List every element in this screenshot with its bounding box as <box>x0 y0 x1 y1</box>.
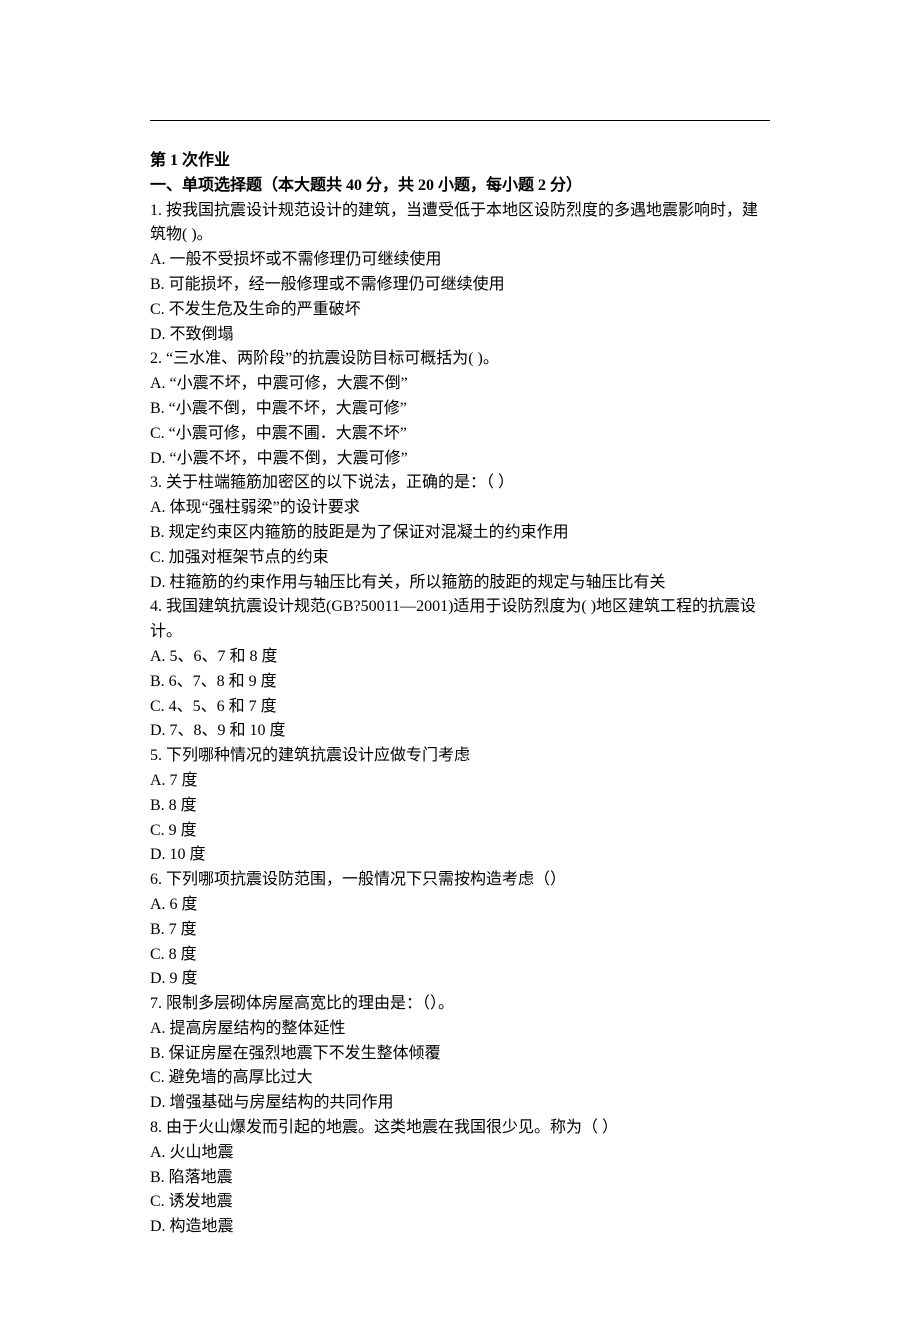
question-option: B. 规定约束区内箍筋的肢距是为了保证对混凝土的约束作用 <box>150 521 770 546</box>
question-stem: 4. 我国建筑抗震设计规范(GB?50011—2001)适用于设防烈度为( )地… <box>150 595 770 645</box>
top-horizontal-rule <box>150 120 770 121</box>
question-option: C. 9 度 <box>150 819 770 844</box>
question: 8. 由于火山爆发而引起的地震。这类地震在我国很少见。称为（ ）A. 火山地震B… <box>150 1116 770 1240</box>
question-option: C. “小震可修，中震不圃．大震不坏” <box>150 422 770 447</box>
question-option: D. 7、8、9 和 10 度 <box>150 719 770 744</box>
question-option: D. 柱箍筋的约束作用与轴压比有关，所以箍筋的肢距的规定与轴压比有关 <box>150 571 770 596</box>
question: 1. 按我国抗震设计规范设计的建筑，当遭受低于本地区设防烈度的多遇地震影响时，建… <box>150 199 770 348</box>
question-option: A. “小震不坏，中震可修，大震不倒” <box>150 372 770 397</box>
question-option: C. 不发生危及生命的严重破坏 <box>150 298 770 323</box>
question-option: A. 5、6、7 和 8 度 <box>150 645 770 670</box>
question-option: B. “小震不倒，中震不坏，大震可修” <box>150 397 770 422</box>
question-option: A. 7 度 <box>150 769 770 794</box>
question-option: C. 诱发地震 <box>150 1190 770 1215</box>
question: 2. “三水准、两阶段”的抗震设防目标可概括为( )。A. “小震不坏，中震可修… <box>150 347 770 471</box>
question-stem: 1. 按我国抗震设计规范设计的建筑，当遭受低于本地区设防烈度的多遇地震影响时，建… <box>150 199 770 249</box>
question-option: A. 提高房屋结构的整体延性 <box>150 1017 770 1042</box>
question: 6. 下列哪项抗震设防范围，一般情况下只需按构造考虑（）A. 6 度B. 7 度… <box>150 868 770 992</box>
question-option: D. 10 度 <box>150 843 770 868</box>
section-title: 一、单项选择题（本大题共 40 分，共 20 小题，每小题 2 分） <box>150 174 770 199</box>
question-option: C. 8 度 <box>150 943 770 968</box>
question-stem: 2. “三水准、两阶段”的抗震设防目标可概括为( )。 <box>150 347 770 372</box>
question-option: D. “小震不坏，中震不倒，大震可修” <box>150 447 770 472</box>
question-option: B. 保证房屋在强烈地震下不发生整体倾覆 <box>150 1042 770 1067</box>
question-option: D. 不致倒塌 <box>150 323 770 348</box>
question: 7. 限制多层砌体房屋高宽比的理由是：（）。A. 提高房屋结构的整体延性B. 保… <box>150 992 770 1116</box>
question-option: D. 构造地震 <box>150 1215 770 1240</box>
question-option: C. 4、5、6 和 7 度 <box>150 695 770 720</box>
question-option: B. 7 度 <box>150 918 770 943</box>
question-option: B. 陷落地震 <box>150 1166 770 1191</box>
question-option: D. 增强基础与房屋结构的共同作用 <box>150 1091 770 1116</box>
question-stem: 6. 下列哪项抗震设防范围，一般情况下只需按构造考虑（） <box>150 868 770 893</box>
question-option: A. 一般不受损坏或不需修理仍可继续使用 <box>150 248 770 273</box>
assignment-title: 第 1 次作业 <box>150 149 770 174</box>
question-option: D. 9 度 <box>150 967 770 992</box>
question-option: C. 加强对框架节点的约束 <box>150 546 770 571</box>
question-stem: 8. 由于火山爆发而引起的地震。这类地震在我国很少见。称为（ ） <box>150 1116 770 1141</box>
question-stem: 7. 限制多层砌体房屋高宽比的理由是：（）。 <box>150 992 770 1017</box>
question-stem: 5. 下列哪种情况的建筑抗震设计应做专门考虑 <box>150 744 770 769</box>
question-option: A. 6 度 <box>150 893 770 918</box>
questions-container: 1. 按我国抗震设计规范设计的建筑，当遭受低于本地区设防烈度的多遇地震影响时，建… <box>150 199 770 1240</box>
question: 4. 我国建筑抗震设计规范(GB?50011—2001)适用于设防烈度为( )地… <box>150 595 770 744</box>
question-option: A. 体现“强柱弱梁”的设计要求 <box>150 496 770 521</box>
question: 3. 关于柱端箍筋加密区的以下说法，正确的是：（ ）A. 体现“强柱弱梁”的设计… <box>150 471 770 595</box>
question-option: B. 可能损坏，经一般修理或不需修理仍可继续使用 <box>150 273 770 298</box>
question-option: B. 6、7、8 和 9 度 <box>150 670 770 695</box>
question-option: A. 火山地震 <box>150 1141 770 1166</box>
question-stem: 3. 关于柱端箍筋加密区的以下说法，正确的是：（ ） <box>150 471 770 496</box>
question: 5. 下列哪种情况的建筑抗震设计应做专门考虑A. 7 度B. 8 度C. 9 度… <box>150 744 770 868</box>
question-option: C. 避免墙的高厚比过大 <box>150 1066 770 1091</box>
question-option: B. 8 度 <box>150 794 770 819</box>
